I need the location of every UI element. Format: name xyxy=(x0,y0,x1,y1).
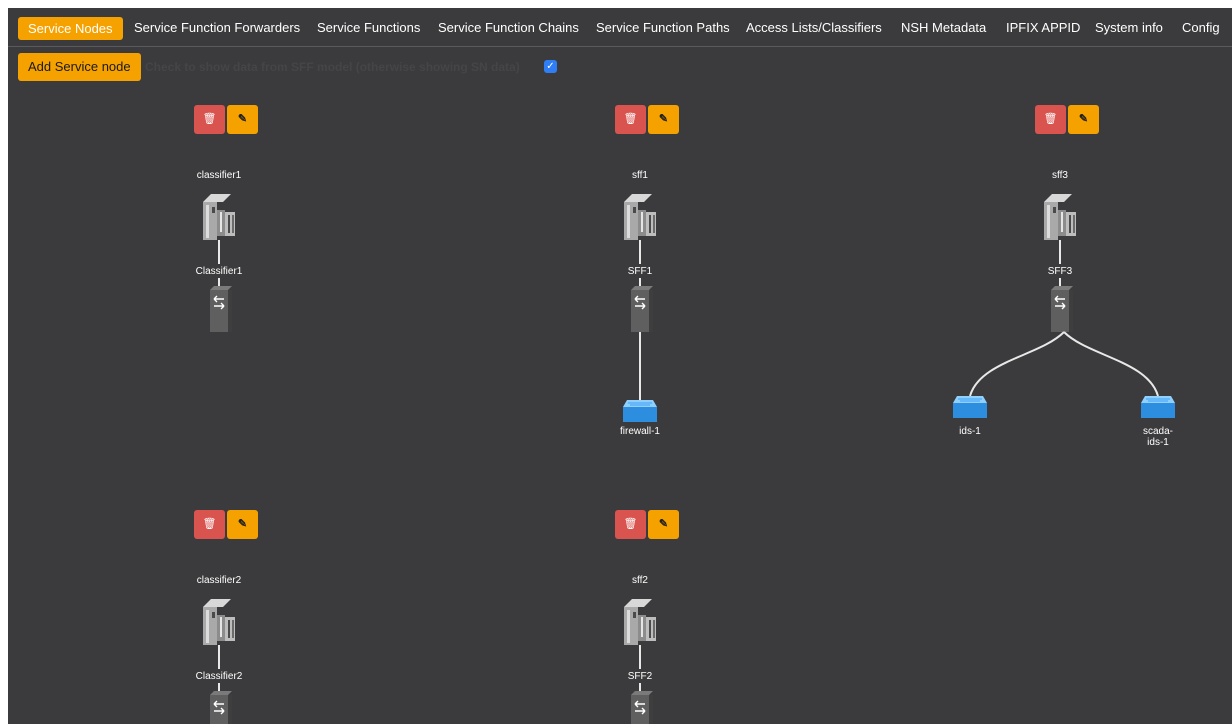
service-node-graph[interactable] xyxy=(203,599,235,724)
edit-node-button[interactable]: ✎ xyxy=(1068,105,1099,134)
topology-canvas: Service Nodes Service Function Forwarders… xyxy=(8,8,1232,724)
edit-node-button[interactable]: ✎ xyxy=(648,105,679,134)
delete-node-button[interactable]: 🗑 xyxy=(1035,105,1066,134)
delete-node-button[interactable]: 🗑 xyxy=(615,510,646,539)
edit-icon: ✎ xyxy=(658,113,669,125)
forwarder-name: SFF2 xyxy=(627,671,653,682)
forwarder-name: Classifier1 xyxy=(195,266,243,277)
delete-node-button[interactable]: 🗑 xyxy=(194,510,225,539)
service-node-name: sff2 xyxy=(632,575,648,586)
service-function-name: firewall-1 xyxy=(619,426,660,437)
trash-icon: 🗑 xyxy=(623,113,638,125)
edit-node-button[interactable]: ✎ xyxy=(227,510,258,539)
delete-node-button[interactable]: 🗑 xyxy=(615,105,646,134)
trash-icon: 🗑 xyxy=(623,518,638,530)
edit-node-button[interactable]: ✎ xyxy=(648,510,679,539)
service-node-graph[interactable] xyxy=(624,599,656,724)
service-node-graph[interactable] xyxy=(203,194,235,332)
service-node-name: sff1 xyxy=(632,170,648,181)
edit-icon: ✎ xyxy=(658,518,669,530)
service-node-graph[interactable] xyxy=(623,194,657,422)
edit-icon: ✎ xyxy=(237,518,248,530)
service-node-graph[interactable] xyxy=(953,194,1175,418)
forwarder-name: Classifier2 xyxy=(195,671,243,682)
edit-icon: ✎ xyxy=(237,113,248,125)
edit-icon: ✎ xyxy=(1078,113,1089,125)
service-node-name: classifier2 xyxy=(196,575,242,586)
service-function-name: scada- ids-1 xyxy=(1142,426,1173,448)
trash-icon: 🗑 xyxy=(202,113,217,125)
trash-icon: 🗑 xyxy=(1043,113,1058,125)
forwarder-name: SFF3 xyxy=(1047,266,1073,277)
service-node-name: sff3 xyxy=(1052,170,1068,181)
service-function-name: ids-1 xyxy=(959,426,981,437)
delete-node-button[interactable]: 🗑 xyxy=(194,105,225,134)
forwarder-name: SFF1 xyxy=(627,266,653,277)
trash-icon: 🗑 xyxy=(202,518,217,530)
service-node-name: classifier1 xyxy=(196,170,242,181)
edit-node-button[interactable]: ✎ xyxy=(227,105,258,134)
